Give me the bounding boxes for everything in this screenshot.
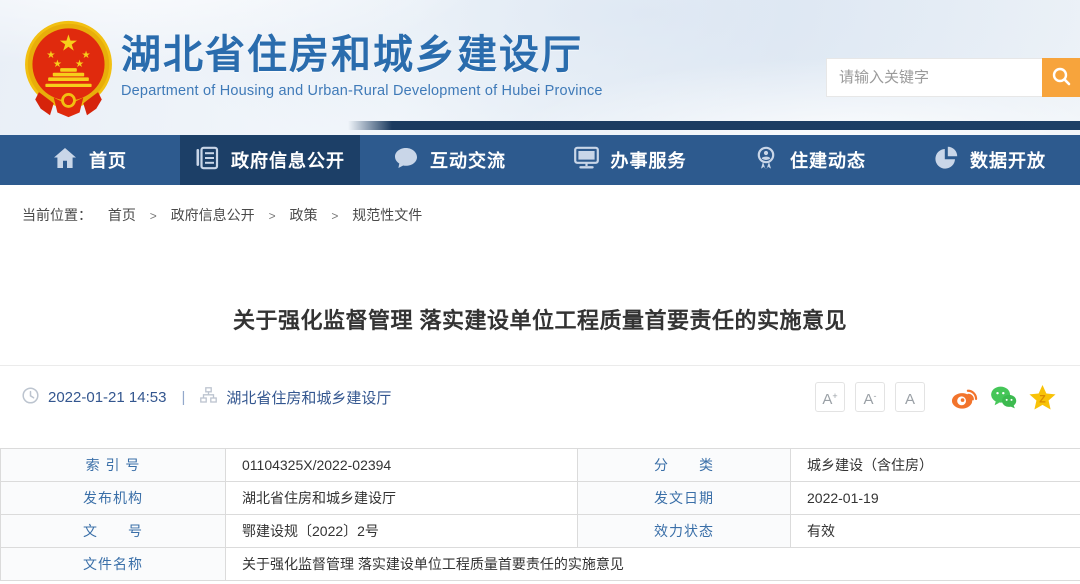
breadcrumb-item-gov-info[interactable]: 政府信息公开 xyxy=(171,207,255,223)
font-decrease-button[interactable]: A- xyxy=(855,382,885,412)
divider xyxy=(0,365,1080,366)
breadcrumb-item-home[interactable]: 首页 xyxy=(108,207,136,223)
nav-item-label: 首页 xyxy=(89,147,127,173)
search-input[interactable] xyxy=(826,58,1042,97)
table-row: 索 引 号 01104325X/2022-02394 分 类 城乡建设（含住房） xyxy=(1,449,1080,482)
monitor-icon xyxy=(574,146,599,174)
meta-value-validity-status: 有效 xyxy=(791,515,1080,548)
nav-item-label: 办事服务 xyxy=(611,147,687,173)
publish-time: 2022-01-21 14:53 xyxy=(48,389,166,406)
header-mountain-ridge-decoration xyxy=(348,121,1080,130)
nav-item-open-data[interactable]: 数据开放 xyxy=(900,135,1080,185)
home-icon xyxy=(53,147,77,174)
chat-bubble-icon xyxy=(394,147,418,174)
page: ★ ★ ★ ★ ★ 湖北省住房和城乡建设厅 Department of Hous… xyxy=(0,0,1080,584)
national-emblem-logo: ★ ★ ★ ★ ★ xyxy=(22,20,115,123)
site-subtitle: Department of Housing and Urban-Rural De… xyxy=(121,83,603,99)
meta-label-issuing-agency: 发布机构 xyxy=(1,482,226,515)
nav-item-services[interactable]: 办事服务 xyxy=(540,135,720,185)
article-meta-bar: 2022-01-21 14:53 | 湖北省住房和城乡建设厅 A+ A- A xyxy=(22,377,1056,417)
font-reset-button[interactable]: A xyxy=(895,382,925,412)
share-buttons: Z xyxy=(951,384,1056,411)
meta-label-doc-number: 文 号 xyxy=(1,515,226,548)
font-button-sup: - xyxy=(874,392,877,401)
page-title: 关于强化监督管理 落实建设单位工程质量首要责任的实施意见 xyxy=(0,303,1080,335)
meta-label-issue-date: 发文日期 xyxy=(578,482,791,515)
meta-separator: | xyxy=(181,389,185,406)
table-row: 文件名称 关于强化监督管理 落实建设单位工程质量首要责任的实施意见 xyxy=(1,548,1080,581)
meta-label-doc-name: 文件名称 xyxy=(1,548,226,581)
nav-item-label: 住建动态 xyxy=(790,147,866,173)
table-row: 文 号 鄂建设规〔2022〕2号 效力状态 有效 xyxy=(1,515,1080,548)
site-branding: 湖北省住房和城乡建设厅 Department of Housing and Ur… xyxy=(121,33,603,99)
font-increase-button[interactable]: A+ xyxy=(815,382,845,412)
site-title: 湖北省住房和城乡建设厅 xyxy=(121,33,603,77)
meta-value-issuing-agency: 湖北省住房和城乡建设厅 xyxy=(226,482,578,515)
breadcrumb-separator: > xyxy=(150,209,157,223)
meta-value-doc-number: 鄂建设规〔2022〕2号 xyxy=(226,515,578,548)
font-button-label: A xyxy=(905,392,915,407)
qzone-icon[interactable]: Z xyxy=(1029,384,1056,411)
nav-item-label: 政府信息公开 xyxy=(231,147,345,173)
nav-item-news[interactable]: 住建动态 xyxy=(720,135,900,185)
font-button-sup: + xyxy=(832,392,837,401)
pie-chart-icon xyxy=(934,146,958,175)
breadcrumb-item-normative-docs[interactable]: 规范性文件 xyxy=(352,207,422,223)
article-source: 湖北省住房和城乡建设厅 xyxy=(226,387,391,408)
meta-value-doc-name: 关于强化监督管理 落实建设单位工程质量首要责任的实施意见 xyxy=(226,548,1080,581)
site-header: ★ ★ ★ ★ ★ 湖北省住房和城乡建设厅 Department of Hous… xyxy=(0,0,1080,135)
nav-item-label: 互动交流 xyxy=(430,147,506,173)
font-button-label: A xyxy=(822,392,832,407)
site-search xyxy=(826,58,1080,97)
document-icon xyxy=(195,146,219,175)
weibo-icon[interactable] xyxy=(951,384,978,411)
article-toolbar: A+ A- A xyxy=(815,382,1056,412)
meta-label-category: 分 类 xyxy=(578,449,791,482)
breadcrumb: 当前位置： 首页 > 政府信息公开 > 政策 > 规范性文件 xyxy=(22,205,422,225)
table-row: 发布机构 湖北省住房和城乡建设厅 发文日期 2022-01-19 xyxy=(1,482,1080,515)
svg-text:Z: Z xyxy=(1039,393,1046,405)
meta-label-index-number: 索 引 号 xyxy=(1,449,226,482)
nav-item-home[interactable]: 首页 xyxy=(0,135,180,185)
nav-item-label: 数据开放 xyxy=(970,147,1046,173)
breadcrumb-item-policy[interactable]: 政策 xyxy=(289,207,317,223)
document-meta-table: 索 引 号 01104325X/2022-02394 分 类 城乡建设（含住房）… xyxy=(0,448,1080,581)
breadcrumb-prefix: 当前位置： xyxy=(22,207,92,223)
nav-item-interaction[interactable]: 互动交流 xyxy=(360,135,540,185)
nav-item-gov-info[interactable]: 政府信息公开 xyxy=(180,135,360,185)
wechat-icon[interactable] xyxy=(990,384,1017,411)
search-icon xyxy=(1051,66,1072,90)
meta-value-category: 城乡建设（含住房） xyxy=(791,449,1080,482)
font-button-label: A xyxy=(863,392,873,407)
sitemap-icon xyxy=(200,387,217,407)
svg-text:★: ★ xyxy=(59,31,79,56)
clock-icon xyxy=(22,387,39,408)
article-meta: 2022-01-21 14:53 | 湖北省住房和城乡建设厅 xyxy=(22,387,391,408)
meta-value-index-number: 01104325X/2022-02394 xyxy=(226,449,578,482)
breadcrumb-separator: > xyxy=(331,209,338,223)
person-badge-icon xyxy=(754,146,778,175)
meta-value-issue-date: 2022-01-19 xyxy=(791,482,1080,515)
search-button[interactable] xyxy=(1042,58,1080,97)
meta-label-validity-status: 效力状态 xyxy=(578,515,791,548)
main-nav: 首页 政府信息公开 互动交流 xyxy=(0,135,1080,185)
breadcrumb-separator: > xyxy=(269,209,276,223)
